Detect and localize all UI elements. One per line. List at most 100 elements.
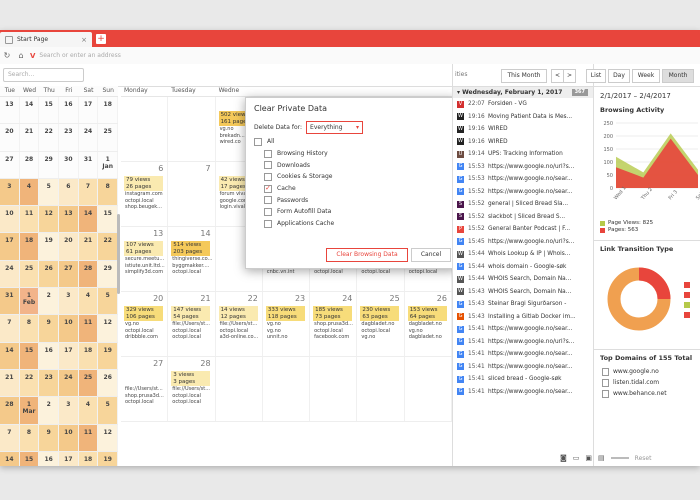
calendar-day-cell[interactable] — [405, 357, 452, 421]
history-item[interactable]: G 15:44 whois domain - Google-søk — [453, 261, 594, 274]
history-item[interactable]: G 15:53 https://www.google.no/url?s... — [453, 161, 594, 174]
checkbox-box[interactable] — [264, 196, 272, 205]
history-item[interactable]: G 15:41 https://www.google.no/url?s... — [453, 336, 594, 349]
image-icon[interactable]: ▤ — [598, 454, 605, 462]
mini-day[interactable]: 21 — [0, 369, 20, 397]
calendar-day-cell[interactable] — [310, 357, 358, 421]
search-input[interactable]: Search... — [3, 68, 84, 82]
history-item[interactable]: P 15:52 General Banter Podcast | F... — [453, 223, 594, 236]
mini-day[interactable]: 1 Mar — [19, 397, 40, 424]
mini-day[interactable]: 31 — [79, 151, 99, 178]
history-item[interactable]: G 15:43 Steinar Bragi Sigurðarson - — [453, 298, 594, 311]
camera-icon[interactable]: ◙ — [560, 454, 567, 462]
history-item[interactable]: G 15:41 https://www.google.no/sear... — [453, 348, 594, 361]
mini-day[interactable]: 18 — [78, 342, 99, 369]
calendar-day-cell[interactable]: 25 230 views 63 pages dagbladet.no octopi.lo… — [357, 292, 405, 356]
mini-day[interactable]: 16 — [39, 451, 60, 466]
mini-day[interactable]: 4 — [78, 397, 99, 424]
mini-day[interactable]: 2 — [39, 397, 60, 424]
mini-day[interactable]: 1 Feb — [19, 288, 40, 315]
calendar-day-cell[interactable]: 21 147 views 54 pages file://Users/st... oct… — [168, 292, 216, 356]
mini-day[interactable]: 26 — [39, 260, 60, 288]
tab-start-page[interactable]: Start Page × — [0, 32, 92, 47]
mini-day[interactable]: 17 — [59, 342, 79, 369]
history-item[interactable]: G 15:41 https://www.google.no/sear... — [453, 323, 594, 336]
mini-day[interactable]: 10 — [0, 206, 20, 233]
history-item[interactable]: W 15:43 WHOIS Search, Domain Na... — [453, 286, 594, 299]
mini-day[interactable]: 10 — [59, 424, 79, 451]
mini-day[interactable]: 3 — [59, 288, 79, 315]
calendar-day-cell[interactable] — [216, 357, 263, 421]
history-item[interactable]: G 15:53 https://www.google.no/sear... — [453, 173, 594, 186]
calendar-day-cell[interactable]: 14 514 views 203 pages thingiverse.co... byg… — [168, 227, 216, 291]
mini-day[interactable]: 17 — [0, 233, 20, 260]
mini-day[interactable]: 15 — [19, 342, 40, 369]
mini-day[interactable]: 25 — [19, 260, 40, 288]
mini-day[interactable]: 12 — [98, 315, 119, 342]
mini-day[interactable]: 26 — [98, 369, 119, 397]
checkbox-box[interactable] — [264, 172, 272, 181]
mini-day[interactable]: 30 — [59, 151, 79, 178]
calendar-day-cell[interactable]: 13 107 views 61 pages secure.meetu... istiut… — [121, 227, 169, 291]
mini-day[interactable]: 18 — [19, 233, 40, 260]
calendar-day-cell[interactable]: 26 153 views 64 pages dagbladet.no vg.no dagb… — [405, 292, 452, 356]
mini-day[interactable]: 22 — [39, 124, 60, 151]
domain-item[interactable]: www.behance.net — [594, 388, 700, 399]
history-item[interactable]: G 15:45 https://www.google.no/url?s... — [453, 236, 594, 249]
mini-day[interactable]: 20 — [59, 233, 79, 260]
this-month-button[interactable]: This Month — [501, 69, 547, 83]
mini-day[interactable]: 15 — [19, 451, 40, 466]
mini-day[interactable]: 4 — [78, 288, 99, 315]
home-icon[interactable]: ⌂ — [14, 51, 28, 60]
checkbox-box[interactable] — [264, 149, 272, 158]
history-item[interactable]: G 15:41 https://www.google.no/sear... — [453, 386, 594, 399]
address-input[interactable]: Search or enter an address — [39, 52, 120, 59]
mini-day[interactable]: 19 — [98, 342, 119, 369]
mini-day[interactable]: 7 — [0, 315, 20, 342]
history-item[interactable]: W 15:44 Whois Lookup & IP | Whois... — [453, 248, 594, 261]
calendar-day-cell[interactable]: 6 79 views 26 pages instagram.com octopi.loc… — [121, 162, 169, 226]
mini-day[interactable]: 11 — [78, 424, 99, 451]
code-icon[interactable]: ▣ — [585, 454, 592, 462]
mini-day[interactable]: 24 — [0, 260, 20, 288]
mini-day[interactable]: 14 — [0, 342, 20, 369]
mini-day[interactable]: 1 Jan — [98, 151, 119, 178]
mini-day[interactable]: 13 — [59, 206, 79, 233]
mini-day[interactable]: 8 — [19, 315, 40, 342]
window-icon[interactable]: ▭ — [573, 454, 580, 462]
history-item[interactable]: W 15:44 WHOIS Search, Domain Na... — [453, 273, 594, 286]
mini-day[interactable]: 23 — [39, 369, 60, 397]
mini-day[interactable]: 24 — [59, 369, 79, 397]
mini-day[interactable]: 5 — [98, 288, 119, 315]
mini-day[interactable]: 22 — [98, 233, 119, 260]
calendar-day-cell[interactable] — [357, 357, 405, 421]
mini-day[interactable]: 27 — [0, 151, 20, 178]
mini-day[interactable]: 17 — [79, 97, 99, 124]
mini-day[interactable]: 7 — [0, 424, 20, 451]
mini-day[interactable]: 9 — [39, 315, 60, 342]
cancel-button[interactable]: Cancel — [411, 248, 451, 262]
checkbox-all[interactable]: All — [246, 136, 456, 148]
history-item[interactable]: G 15:41 https://www.google.no/sear... — [453, 361, 594, 374]
calendar-day-cell[interactable]: 27 file://Users/st... shop.prusa3d... octop… — [121, 357, 169, 421]
month-view-button[interactable]: Month — [662, 69, 694, 83]
mini-day[interactable]: 24 — [79, 124, 99, 151]
mini-day[interactable]: 25 — [78, 369, 99, 397]
checkbox-box[interactable]: ✓ — [264, 184, 272, 193]
checkbox-downloads[interactable]: Downloads — [246, 159, 456, 171]
history-item[interactable]: S 15:52 general | Sliced Bread Sla... — [453, 198, 594, 211]
history-item[interactable]: G 15:52 https://www.google.no/sear... — [453, 186, 594, 199]
mini-day[interactable]: 22 — [19, 369, 40, 397]
mini-day[interactable]: 11 — [78, 315, 99, 342]
mini-day[interactable]: 16 — [59, 97, 79, 124]
mini-day[interactable]: 8 — [98, 178, 119, 206]
mini-day[interactable]: 29 — [39, 151, 60, 178]
calendar-day-cell[interactable]: 24 185 views 73 pages shop.prusa3d... octopi… — [310, 292, 358, 356]
checkbox-applications-cache[interactable]: Applications Cache — [246, 218, 456, 230]
mini-day[interactable]: 21 — [78, 233, 99, 260]
mini-day[interactable]: 25 — [98, 124, 119, 151]
history-item[interactable]: G 15:43 Installing a Gitlab Docker im... — [453, 311, 594, 324]
mini-day[interactable]: 19 — [98, 451, 119, 466]
delete-data-select[interactable]: Everything — [306, 121, 364, 134]
history-item[interactable]: W 19:16 WIRED — [453, 123, 594, 136]
